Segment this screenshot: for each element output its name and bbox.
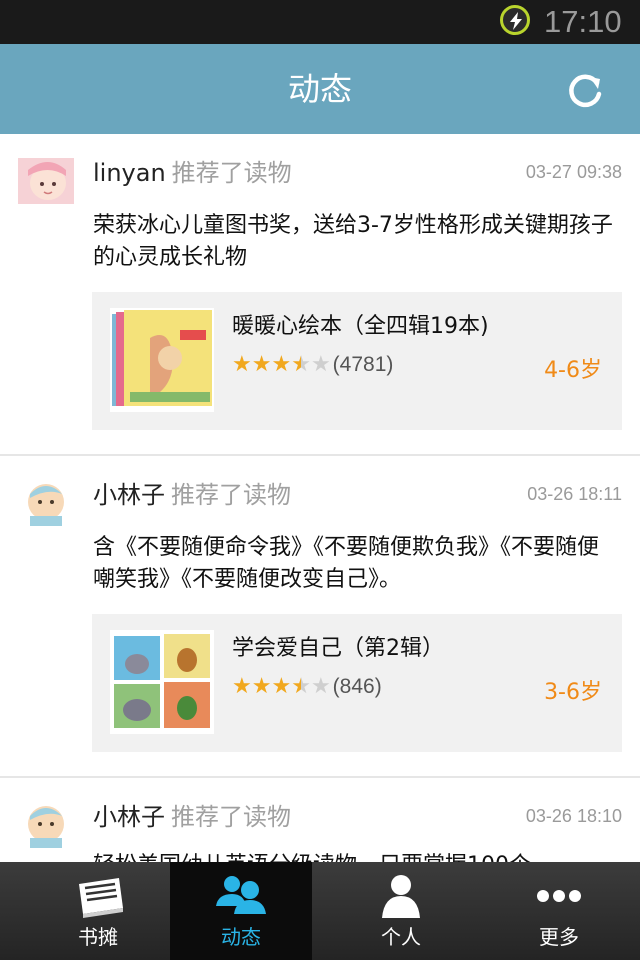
star-half-icon: ★	[291, 674, 311, 699]
star-icon: ★	[232, 674, 252, 699]
avatar[interactable]	[18, 802, 74, 848]
post-text: 轻松美国幼儿英语分级读物，只要掌握100个	[93, 850, 618, 862]
post-text: 荣获冰心儿童图书奖，送给3-7岁性格形成关键期孩子的心灵成长礼物	[93, 213, 613, 270]
book-card[interactable]: 学会爱自己（第2辑） ★★★★★(846) 3-6岁	[92, 614, 622, 752]
avatar[interactable]	[18, 158, 74, 204]
rating-stars: ★★★★★(4781)	[232, 350, 393, 380]
people-icon	[170, 874, 312, 918]
star-empty-icon: ★	[310, 352, 331, 377]
star-empty-icon: ★	[310, 674, 331, 699]
bottom-tab-bar: 书摊 动态 个人 更多	[0, 862, 640, 960]
star-icon: ★	[271, 352, 292, 377]
person-icon	[330, 874, 472, 918]
age-range: 4-6岁	[544, 358, 602, 383]
rating-count: (846)	[332, 675, 382, 698]
book-title: 暖暖心绘本（全四辑19本)	[232, 314, 489, 339]
refresh-icon	[569, 74, 602, 108]
user-name[interactable]: 小林子	[93, 481, 165, 509]
feed-item[interactable]: 小林子推荐了读物 03-26 18:10 轻松美国幼儿英语分级读物，只要掌握10…	[0, 778, 640, 862]
book-title: 学会爱自己（第2辑）	[232, 636, 444, 661]
app-header: 动态	[0, 44, 640, 134]
user-name[interactable]: 小林子	[93, 803, 165, 831]
action-text: 推荐了读物	[171, 481, 291, 509]
rating-stars: ★★★★★(846)	[232, 672, 382, 702]
feed-item[interactable]: 小林子 推荐了读物 03-26 18:11 含《不要随便命令我》《不要随便欺负我》…	[0, 456, 640, 778]
username[interactable]: 小林子 推荐了读物	[93, 802, 291, 832]
book-cover	[110, 308, 214, 412]
action-text: 推荐了读物	[171, 159, 292, 187]
tab-bookstall[interactable]: 书摊	[27, 862, 169, 960]
star-icon: ★	[251, 352, 272, 377]
avatar[interactable]	[18, 480, 74, 526]
user-name[interactable]: linyan	[93, 159, 166, 187]
tab-more[interactable]: 更多	[488, 862, 630, 960]
post-time: 03-27 09:38	[525, 162, 622, 182]
star-half-icon: ★	[291, 352, 311, 377]
username[interactable]: linyan 推荐了读物	[93, 158, 292, 188]
star-icon: ★	[232, 352, 252, 377]
page-title: 动态	[287, 70, 352, 108]
tab-label: 更多	[539, 925, 579, 949]
tab-label: 动态	[221, 925, 261, 949]
more-dots-icon	[488, 874, 630, 918]
tab-profile[interactable]: 个人	[330, 862, 472, 960]
age-range: 3-6岁	[544, 680, 602, 705]
post-time: 03-26 18:11	[527, 484, 622, 504]
book-stall-icon	[27, 874, 169, 918]
star-icon: ★	[251, 674, 272, 699]
status-time: 17:10	[544, 4, 622, 39]
tab-activity[interactable]: 动态	[170, 862, 312, 960]
rating-count: (4781)	[332, 353, 394, 376]
tab-label: 书摊	[78, 925, 118, 949]
star-icon: ★	[271, 674, 292, 699]
feed-item[interactable]: linyan 推荐了读物 03-27 09:38 荣获冰心儿童图书奖，送给3-7岁…	[0, 134, 640, 456]
refresh-button[interactable]	[566, 70, 606, 110]
book-card[interactable]: 暖暖心绘本（全四辑19本) ★★★★★(4781) 4-6岁	[92, 292, 622, 430]
post-time: 03-26 18:10	[525, 806, 622, 826]
tab-label: 个人	[381, 925, 421, 949]
book-cover	[110, 630, 214, 734]
feed-list[interactable]: linyan 推荐了读物 03-27 09:38 荣获冰心儿童图书奖，送给3-7岁…	[0, 134, 640, 862]
action-text: 推荐了读物	[171, 803, 291, 831]
battery-charging-icon	[500, 5, 530, 35]
post-text: 含《不要随便命令我》《不要随便欺负我》《不要随便嘲笑我》《不要随便改变自己》。	[93, 535, 600, 592]
username[interactable]: 小林子 推荐了读物	[93, 480, 291, 510]
status-bar: 17:10	[0, 0, 640, 44]
